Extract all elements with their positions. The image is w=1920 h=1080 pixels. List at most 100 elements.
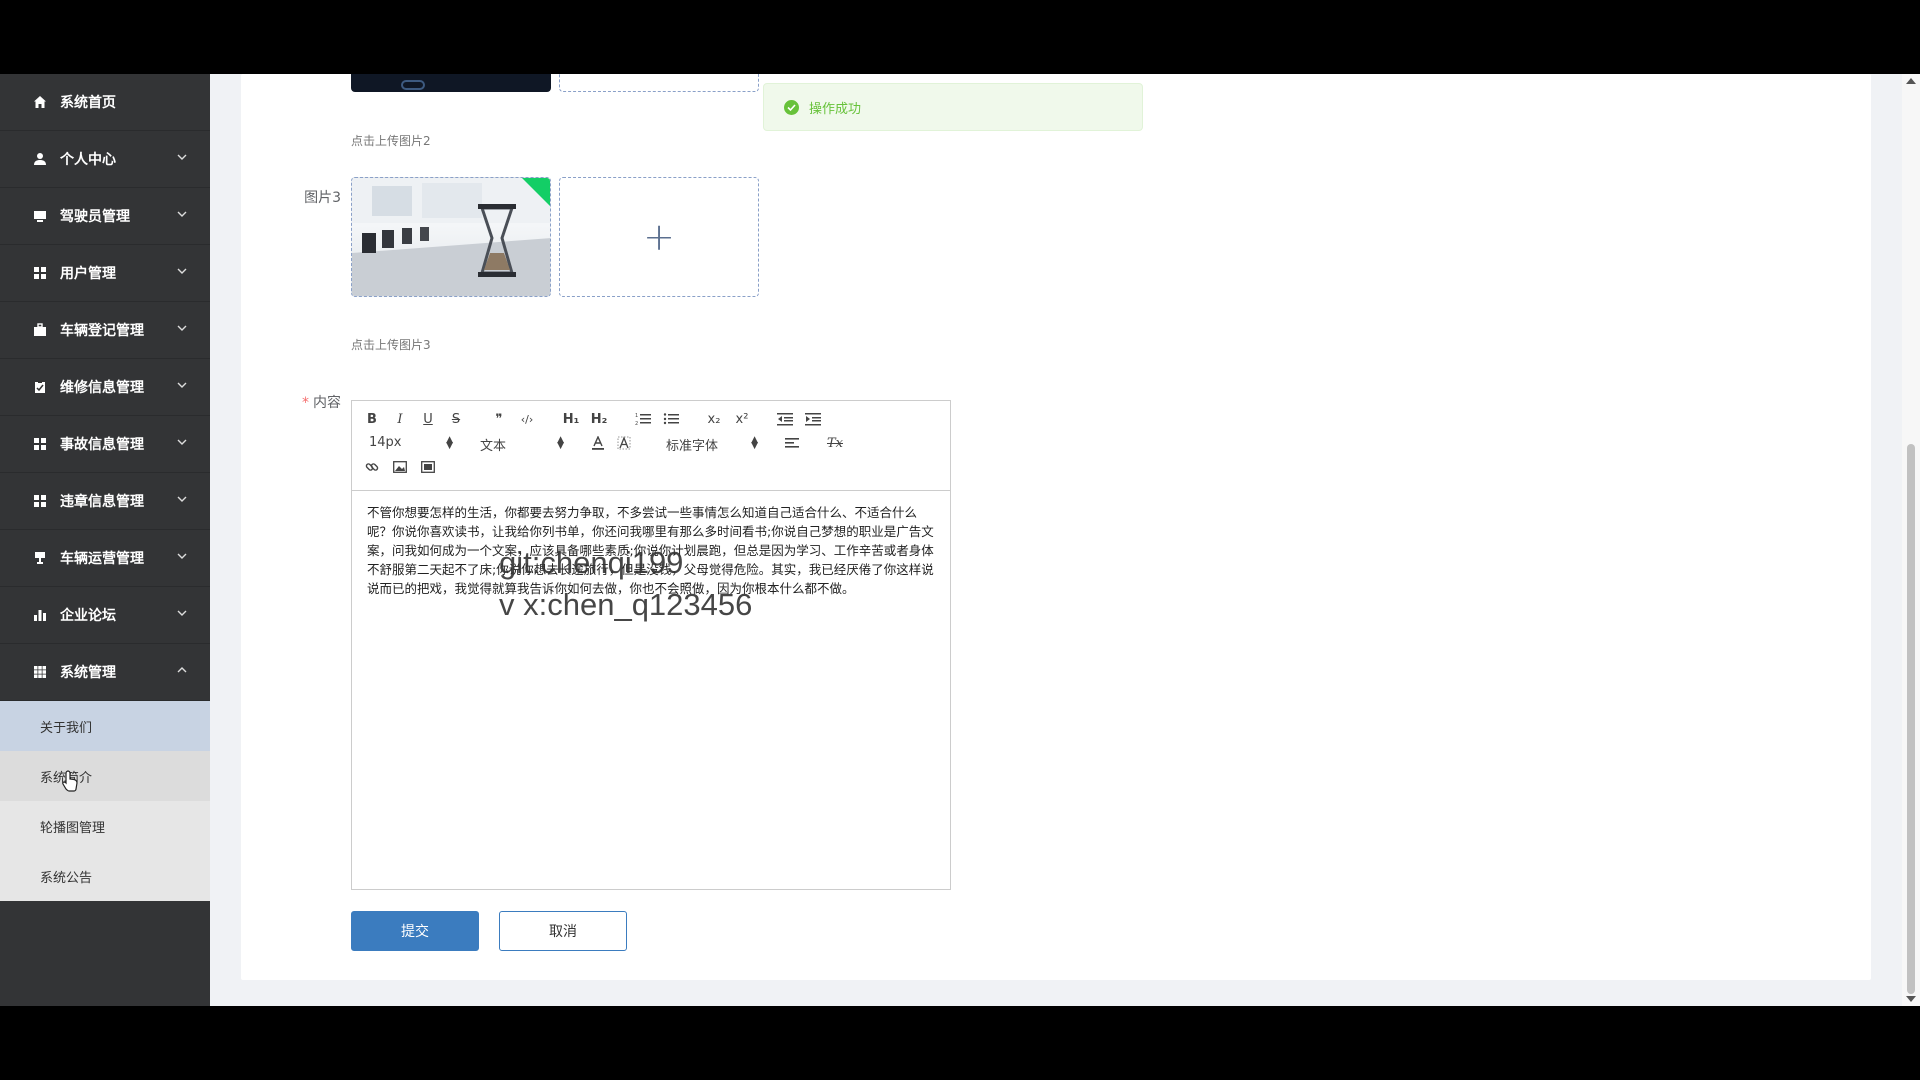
check-circle-icon (784, 99, 799, 115)
video-icon[interactable] (420, 459, 436, 475)
sidebar-item-user-management[interactable]: 用户管理 (0, 245, 210, 302)
sidebar-item-repair-info[interactable]: 维修信息管理 (0, 359, 210, 416)
scrollbar-thumb[interactable] (1907, 444, 1915, 994)
clear-format-button[interactable]: Tx (826, 435, 844, 451)
bottom-black-bar (0, 1006, 1920, 1080)
bullet-list-icon[interactable] (662, 411, 680, 427)
header-select-value: 文本 (480, 439, 507, 454)
submit-button[interactable]: 提交 (351, 911, 479, 951)
sidebar-item-label: 维修信息管理 (60, 380, 144, 396)
trophy-icon (32, 550, 48, 566)
sidebar-item-violation-info[interactable]: 违章信息管理 (0, 473, 210, 530)
app-viewport: 系统首页 个人中心 驾驶员管理 用户管理 车辆登记管理 维修信息管理 事故信息管… (0, 74, 1920, 1006)
ordered-list-icon[interactable]: 12 (634, 411, 652, 427)
align-icon[interactable] (784, 435, 800, 451)
code-block-button[interactable]: ‹/› (516, 411, 538, 427)
image-icon[interactable] (392, 459, 408, 475)
sidebar-item-accident-info[interactable]: 事故信息管理 (0, 416, 210, 473)
sidebar-item-label: 系统首页 (60, 95, 116, 111)
submenu-item-carousel-management[interactable]: 轮播图管理 (0, 801, 210, 851)
heading1-button[interactable]: H₁ (560, 411, 582, 427)
select-arrows-icon: ▲ ▼ (446, 435, 453, 451)
sidebar-item-forum[interactable]: 企业论坛 (0, 587, 210, 644)
rich-text-editor: B I U S ❞ ‹/› H₁ H₂ 12 x₂ x² 14px ▲ ▼ 文本… (351, 400, 951, 890)
image2-preview[interactable] (351, 74, 551, 92)
sidebar-item-vehicle-operation[interactable]: 车辆运营管理 (0, 530, 210, 587)
page-scrollbar[interactable] (1902, 74, 1920, 1006)
chevron-down-icon (177, 439, 187, 445)
scroll-down-icon[interactable] (1906, 996, 1916, 1002)
submenu-item-system-notice[interactable]: 系统公告 (0, 851, 210, 901)
chevron-down-icon (177, 496, 187, 502)
sidebar: 系统首页 个人中心 驾驶员管理 用户管理 车辆登记管理 维修信息管理 事故信息管… (0, 74, 210, 1006)
font-family-select[interactable]: 标准字体 ▲ ▼ (666, 435, 758, 455)
required-mark: * (302, 395, 309, 411)
top-black-bar (0, 0, 1920, 74)
bar-chart-icon (32, 607, 48, 623)
chevron-down-icon (177, 211, 187, 217)
font-color-icon[interactable] (590, 435, 606, 451)
sidebar-item-system-management[interactable]: 系统管理 (0, 644, 210, 701)
success-toast: 操作成功 (763, 83, 1143, 131)
sidebar-item-label: 系统管理 (60, 665, 116, 681)
subscript-button[interactable]: x₂ (704, 411, 724, 427)
link-icon[interactable] (364, 459, 380, 475)
image2-upload-button[interactable] (559, 74, 759, 92)
underline-button[interactable]: U (420, 411, 436, 427)
grid-icon (32, 664, 48, 680)
upload-success-badge (522, 178, 550, 206)
strikethrough-button[interactable]: S (448, 411, 464, 427)
sidebar-item-label: 企业论坛 (60, 608, 116, 624)
sidebar-item-vehicle-registration[interactable]: 车辆登记管理 (0, 302, 210, 359)
font-size-select[interactable]: 14px ▲ ▼ (369, 435, 453, 451)
briefcase-icon (32, 322, 48, 338)
sidebar-item-personal-center[interactable]: 个人中心 (0, 131, 210, 188)
user-icon (32, 151, 48, 167)
indent-icon[interactable] (804, 411, 822, 427)
grid-icon (32, 493, 48, 509)
cancel-button[interactable]: 取消 (499, 911, 627, 951)
plus-icon: + (643, 215, 675, 259)
chevron-down-icon (177, 268, 187, 274)
grid-icon (32, 436, 48, 452)
watermark-wechat: v x:chen_q123456 (499, 587, 753, 622)
system-management-submenu: 关于我们 系统简介 轮播图管理 系统公告 (0, 701, 210, 901)
image3-hint: 点击上传图片3 (351, 338, 431, 352)
bold-button[interactable]: B (364, 411, 380, 427)
sidebar-item-label: 车辆运营管理 (60, 551, 144, 567)
submenu-item-about-us[interactable]: 关于我们 (0, 701, 210, 751)
image3-preview[interactable] (351, 177, 551, 297)
mouse-cursor-icon (62, 770, 78, 792)
chevron-down-icon (177, 154, 187, 160)
sidebar-item-home[interactable]: 系统首页 (0, 74, 210, 131)
watermark-git: git:chenqi199 (499, 545, 684, 580)
monitor-icon (32, 208, 48, 224)
heading2-button[interactable]: H₂ (588, 411, 610, 427)
select-arrows-icon: ▲ ▼ (557, 435, 564, 451)
editor-toolbar: B I U S ❞ ‹/› H₁ H₂ 12 x₂ x² 14px ▲ ▼ 文本… (352, 401, 950, 491)
content-label-text: 内容 (313, 395, 341, 411)
outdent-icon[interactable] (776, 411, 794, 427)
sidebar-item-driver-management[interactable]: 驾驶员管理 (0, 188, 210, 245)
sidebar-item-label: 违章信息管理 (60, 494, 144, 510)
chevron-down-icon (177, 553, 187, 559)
background-color-icon[interactable] (616, 435, 632, 451)
svg-text:1: 1 (635, 413, 638, 419)
scroll-up-icon[interactable] (1906, 78, 1916, 84)
image3-label: 图片3 (304, 190, 341, 206)
image3-upload-button[interactable]: + (559, 177, 759, 297)
grid-icon (32, 265, 48, 281)
superscript-button[interactable]: x² (732, 411, 752, 427)
select-arrows-icon: ▲ ▼ (751, 435, 758, 451)
content-label: * 内容 (281, 392, 341, 412)
svg-text:2: 2 (635, 421, 638, 426)
clipboard-icon (32, 379, 48, 395)
sidebar-item-label: 驾驶员管理 (60, 209, 130, 225)
italic-button[interactable]: I (392, 411, 408, 427)
blockquote-button[interactable]: ❞ (490, 411, 508, 427)
chevron-down-icon (177, 382, 187, 388)
form-card: 点击上传图片2 图片3 + 点击上传图片3 * 内容 B I U S ❞ ‹/›… (241, 74, 1871, 980)
header-select[interactable]: 文本 ▲ ▼ (480, 435, 564, 455)
submenu-item-system-intro[interactable]: 系统简介 (0, 751, 210, 801)
chevron-down-icon (177, 610, 187, 616)
